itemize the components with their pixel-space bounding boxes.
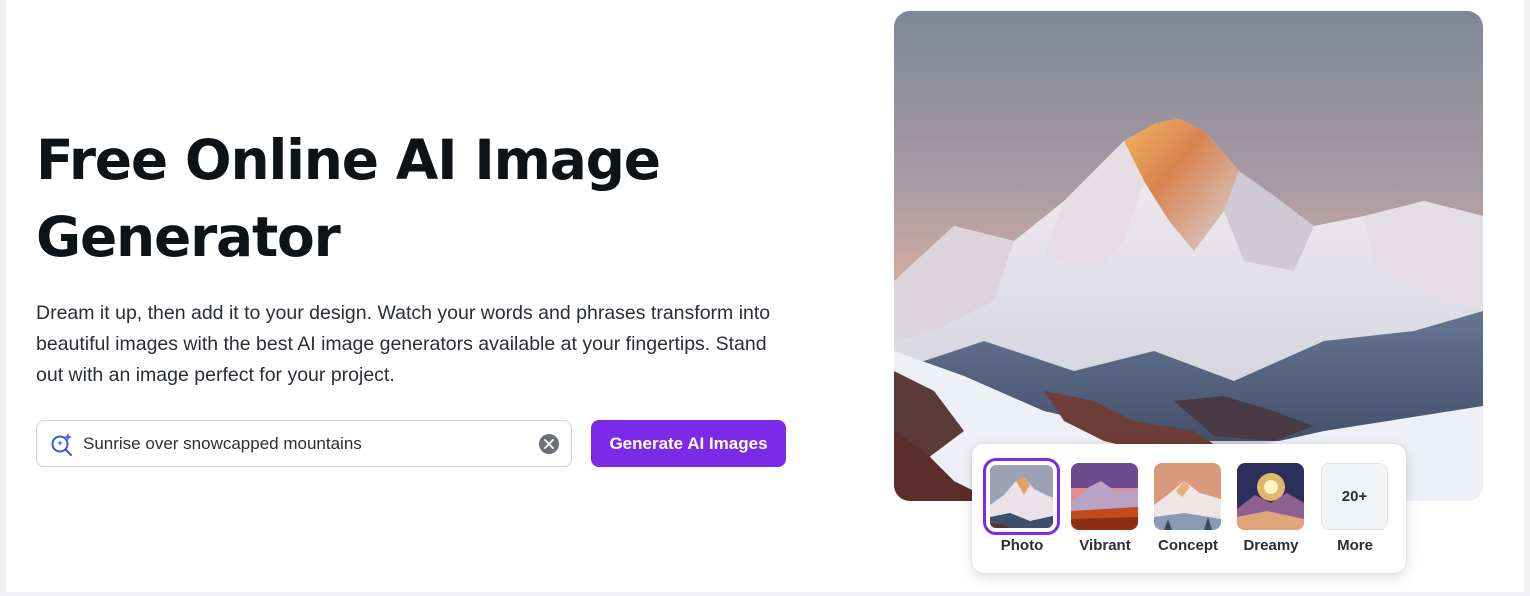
style-option-more[interactable]: 20+ More: [1315, 460, 1391, 560]
clear-icon[interactable]: [539, 434, 559, 454]
ai-search-icon: [49, 431, 75, 457]
style-label: Concept: [1158, 537, 1218, 554]
more-styles-tile: 20+: [1321, 463, 1388, 530]
hero-description: Dream it up, then add it to your design.…: [36, 302, 771, 386]
style-thumbnail-dreamy: [1237, 463, 1304, 530]
page: Free Online AI Image Generator Dream it …: [0, 0, 1530, 596]
prompt-input[interactable]: [83, 429, 523, 459]
style-thumbnail-concept: [1154, 463, 1221, 530]
generate-ai-images-button[interactable]: Generate AI Images: [591, 420, 786, 467]
style-option-concept[interactable]: Concept: [1148, 460, 1224, 560]
style-selector-panel: Photo Vibrant Concept Dreamy 20+ More: [972, 444, 1406, 573]
style-label: Vibrant: [1079, 537, 1131, 554]
prompt-search-box[interactable]: [36, 420, 572, 467]
frame-edge: [0, 592, 1530, 596]
style-option-dreamy[interactable]: Dreamy: [1231, 460, 1307, 560]
frame-edge: [1524, 0, 1530, 596]
style-label: More: [1337, 537, 1373, 554]
style-label: Dreamy: [1243, 537, 1299, 554]
frame-edge: [0, 0, 6, 596]
style-thumbnail-vibrant: [1071, 463, 1138, 530]
style-option-photo[interactable]: Photo: [982, 458, 1060, 560]
hero-mountain-image: [894, 11, 1483, 501]
style-label: Photo: [1000, 537, 1044, 554]
style-thumbnail-photo: [983, 458, 1060, 535]
page-title: Free Online AI Image Generator: [36, 128, 661, 269]
style-option-vibrant[interactable]: Vibrant: [1065, 460, 1141, 560]
